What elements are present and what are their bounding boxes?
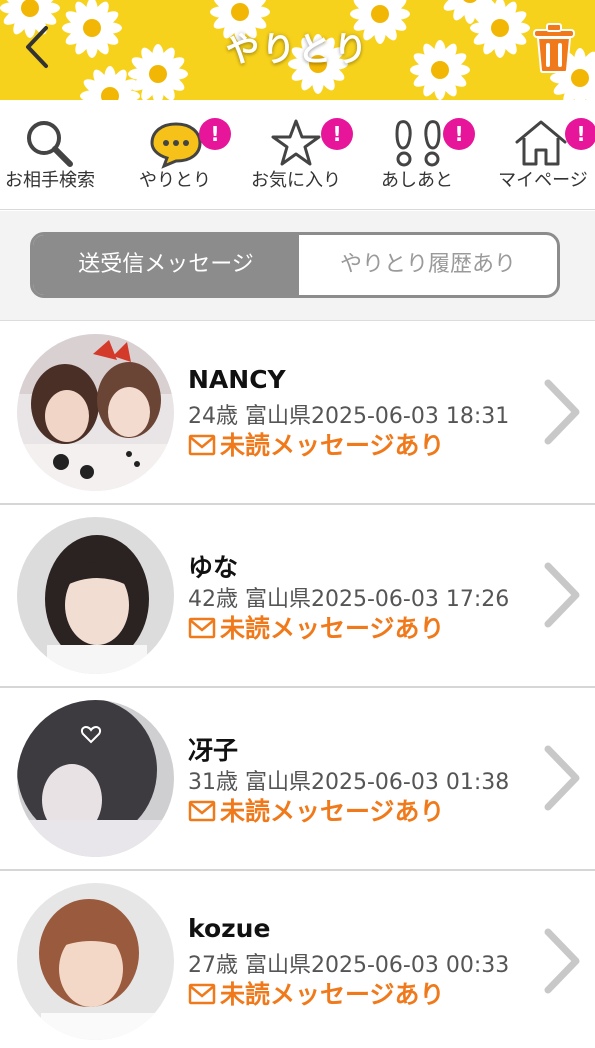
unread-status: 未読メッセージあり bbox=[188, 792, 445, 828]
notification-badge: ! bbox=[565, 118, 595, 150]
unread-label: 未読メッセージあり bbox=[220, 797, 445, 826]
tab-my-page[interactable]: ! マイページ bbox=[495, 100, 595, 210]
avatar bbox=[17, 700, 174, 857]
tab-footprints[interactable]: ! あしあと bbox=[375, 100, 485, 210]
tab-bar: お相手検索 ! やりとり ! お気に入り ! あしあと ! マイページ bbox=[0, 100, 595, 210]
search-icon bbox=[27, 121, 73, 167]
unread-label: 未読メッセージあり bbox=[220, 614, 445, 643]
star-icon bbox=[271, 119, 321, 166]
mail-icon bbox=[188, 434, 216, 456]
conversation-row[interactable]: NANCY 24歳 富山県2025-06-03 18:31 未読メッセージあり bbox=[0, 322, 595, 505]
user-name: ゆな bbox=[188, 553, 239, 582]
footprints-icon bbox=[395, 120, 441, 167]
tab-label: お気に入り bbox=[251, 170, 341, 191]
tab-favorites[interactable]: ! お気に入り bbox=[248, 100, 358, 210]
home-icon bbox=[515, 120, 567, 166]
user-name: kozue bbox=[188, 914, 271, 943]
tab-partner-search[interactable]: お相手検索 bbox=[0, 100, 100, 210]
user-name: NANCY bbox=[188, 365, 286, 394]
unread-status: 未読メッセージあり bbox=[188, 975, 445, 1011]
notification-badge: ! bbox=[443, 118, 475, 150]
trash-icon bbox=[533, 23, 575, 73]
avatar bbox=[17, 883, 174, 1040]
chevron-right-icon bbox=[544, 928, 580, 994]
header-bar: やりとり bbox=[0, 0, 595, 100]
filter-area: 送受信メッセージ やりとり履歴あり bbox=[0, 211, 595, 321]
conversation-row[interactable]: ゆな 42歳 富山県2025-06-03 17:26 未読メッセージあり bbox=[0, 505, 595, 688]
message-filter-toggle: 送受信メッセージ やりとり履歴あり bbox=[30, 232, 560, 298]
user-name: 冴子 bbox=[188, 736, 239, 765]
chevron-right-icon bbox=[544, 379, 580, 445]
delete-button[interactable] bbox=[530, 22, 578, 74]
unread-status: 未読メッセージあり bbox=[188, 609, 445, 645]
mail-icon bbox=[188, 800, 216, 822]
avatar bbox=[17, 334, 174, 491]
conversation-row[interactable]: kozue 27歳 富山県2025-06-03 00:33 未読メッセージあり bbox=[0, 871, 595, 1048]
mail-icon bbox=[188, 617, 216, 639]
tab-messages[interactable]: ! やりとり bbox=[120, 100, 231, 210]
unread-label: 未読メッセージあり bbox=[220, 431, 445, 460]
avatar bbox=[17, 517, 174, 674]
conversation-row[interactable]: 冴子 31歳 富山県2025-06-03 01:38 未読メッセージあり bbox=[0, 688, 595, 871]
chat-bubble-icon bbox=[150, 122, 202, 169]
notification-badge: ! bbox=[199, 118, 231, 150]
unread-label: 未読メッセージあり bbox=[220, 980, 445, 1009]
chevron-right-icon bbox=[544, 562, 580, 628]
tab-label: やりとり bbox=[139, 170, 211, 191]
chevron-right-icon bbox=[544, 745, 580, 811]
mail-icon bbox=[188, 983, 216, 1005]
segment-exchange-history[interactable]: やりとり履歴あり bbox=[299, 235, 557, 295]
tab-label: お相手検索 bbox=[5, 170, 95, 191]
page-title: やりとり bbox=[225, 30, 370, 70]
notification-badge: ! bbox=[321, 118, 353, 150]
tab-label: あしあと bbox=[381, 170, 453, 191]
segment-sent-received[interactable]: 送受信メッセージ bbox=[33, 235, 299, 295]
unread-status: 未読メッセージあり bbox=[188, 426, 445, 462]
tab-label: マイページ bbox=[498, 170, 588, 191]
